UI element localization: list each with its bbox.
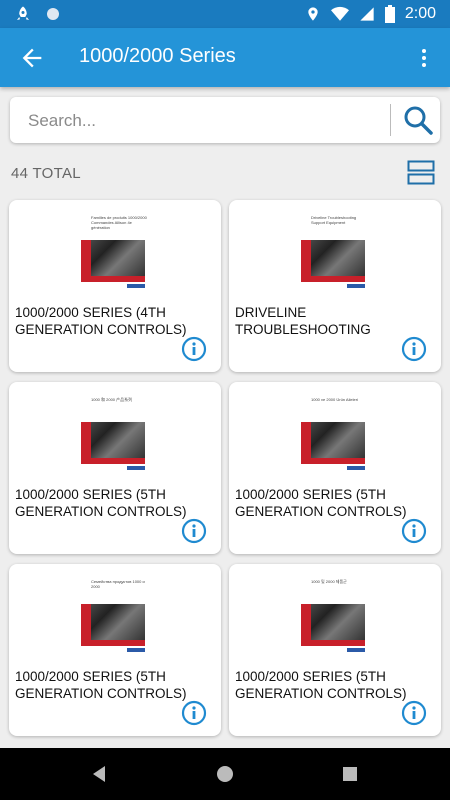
info-icon[interactable]	[181, 700, 207, 726]
battery-icon	[384, 5, 395, 23]
results-count: 44 TOTAL	[11, 165, 81, 182]
document-thumbnail: 1000 和 2000 产品系列	[79, 394, 155, 472]
search-bar	[10, 97, 440, 143]
system-nav-bar	[0, 748, 450, 800]
document-thumbnail: 1000 및 2000 제품군	[299, 576, 375, 654]
document-card[interactable]: Driveline Troubleshooting Support Equipm…	[229, 200, 441, 372]
nav-back-icon[interactable]	[90, 764, 110, 784]
back-arrow-icon[interactable]	[18, 44, 46, 72]
view-toggle-icon[interactable]	[407, 160, 435, 186]
rocket-icon	[17, 6, 29, 20]
search-icon[interactable]	[400, 103, 436, 137]
info-icon[interactable]	[181, 518, 207, 544]
search-divider	[390, 104, 391, 136]
thumbnail-caption: Driveline Troubleshooting Support Equipm…	[311, 215, 357, 225]
document-thumbnail: Driveline Troubleshooting Support Equipm…	[299, 212, 375, 290]
thumbnail-caption: Семейства продуктов 1000 и 2000	[91, 579, 145, 589]
location-icon	[308, 7, 318, 21]
app-bar: 1000/2000 Series	[0, 28, 450, 87]
document-title: 1000/2000 SERIES (5TH GENERATION CONTROL…	[235, 669, 407, 701]
info-icon[interactable]	[401, 518, 427, 544]
document-title: 1000/2000 SERIES (5TH GENERATION CONTROL…	[235, 487, 407, 519]
document-card[interactable]: 1000 和 2000 产品系列 1000/2000 SERIES (5TH G…	[9, 382, 221, 554]
nav-recents-icon[interactable]	[340, 764, 360, 784]
clock: 2:00	[404, 5, 436, 22]
more-vert-icon[interactable]	[412, 44, 436, 72]
wifi-icon	[330, 6, 349, 21]
document-card[interactable]: Семейства продуктов 1000 и 2000 1000/200…	[9, 564, 221, 736]
status-bar: 2:00	[0, 0, 450, 28]
thumbnail-caption: 1000 ve 2000 Ürün Aileleri	[311, 397, 358, 402]
info-icon[interactable]	[401, 336, 427, 362]
search-input[interactable]	[26, 107, 390, 135]
signal-icon	[360, 7, 374, 21]
info-icon[interactable]	[401, 700, 427, 726]
circle-icon	[47, 8, 59, 20]
info-icon[interactable]	[181, 336, 207, 362]
thumbnail-caption: 1000 및 2000 제품군	[311, 579, 347, 584]
document-title: DRIVELINE TROUBLESHOOTING SUPPORT EQUIPM…	[235, 305, 371, 337]
document-card[interactable]: 1000 ve 2000 Ürün Aileleri 1000/2000 SER…	[229, 382, 441, 554]
thumbnail-caption: Familles de produits 1000/2000 Commandes…	[91, 215, 147, 230]
document-thumbnail: 1000 ve 2000 Ürün Aileleri	[299, 394, 375, 472]
document-title: 1000/2000 SERIES (5TH GENERATION CONTROL…	[15, 487, 187, 519]
document-thumbnail: Familles de produits 1000/2000 Commandes…	[79, 212, 155, 290]
document-title: 1000/2000 SERIES (4TH GENERATION CONTROL…	[15, 305, 187, 337]
nav-home-icon[interactable]	[215, 764, 235, 784]
document-card[interactable]: Familles de produits 1000/2000 Commandes…	[9, 200, 221, 372]
thumbnail-caption: 1000 和 2000 产品系列	[91, 397, 133, 402]
page-title: 1000/2000 Series	[79, 45, 236, 67]
document-title: 1000/2000 SERIES (5TH GENERATION CONTROL…	[15, 669, 187, 701]
document-thumbnail: Семейства продуктов 1000 и 2000	[79, 576, 155, 654]
document-card[interactable]: 1000 및 2000 제품군 1000/2000 SERIES (5TH GE…	[229, 564, 441, 736]
